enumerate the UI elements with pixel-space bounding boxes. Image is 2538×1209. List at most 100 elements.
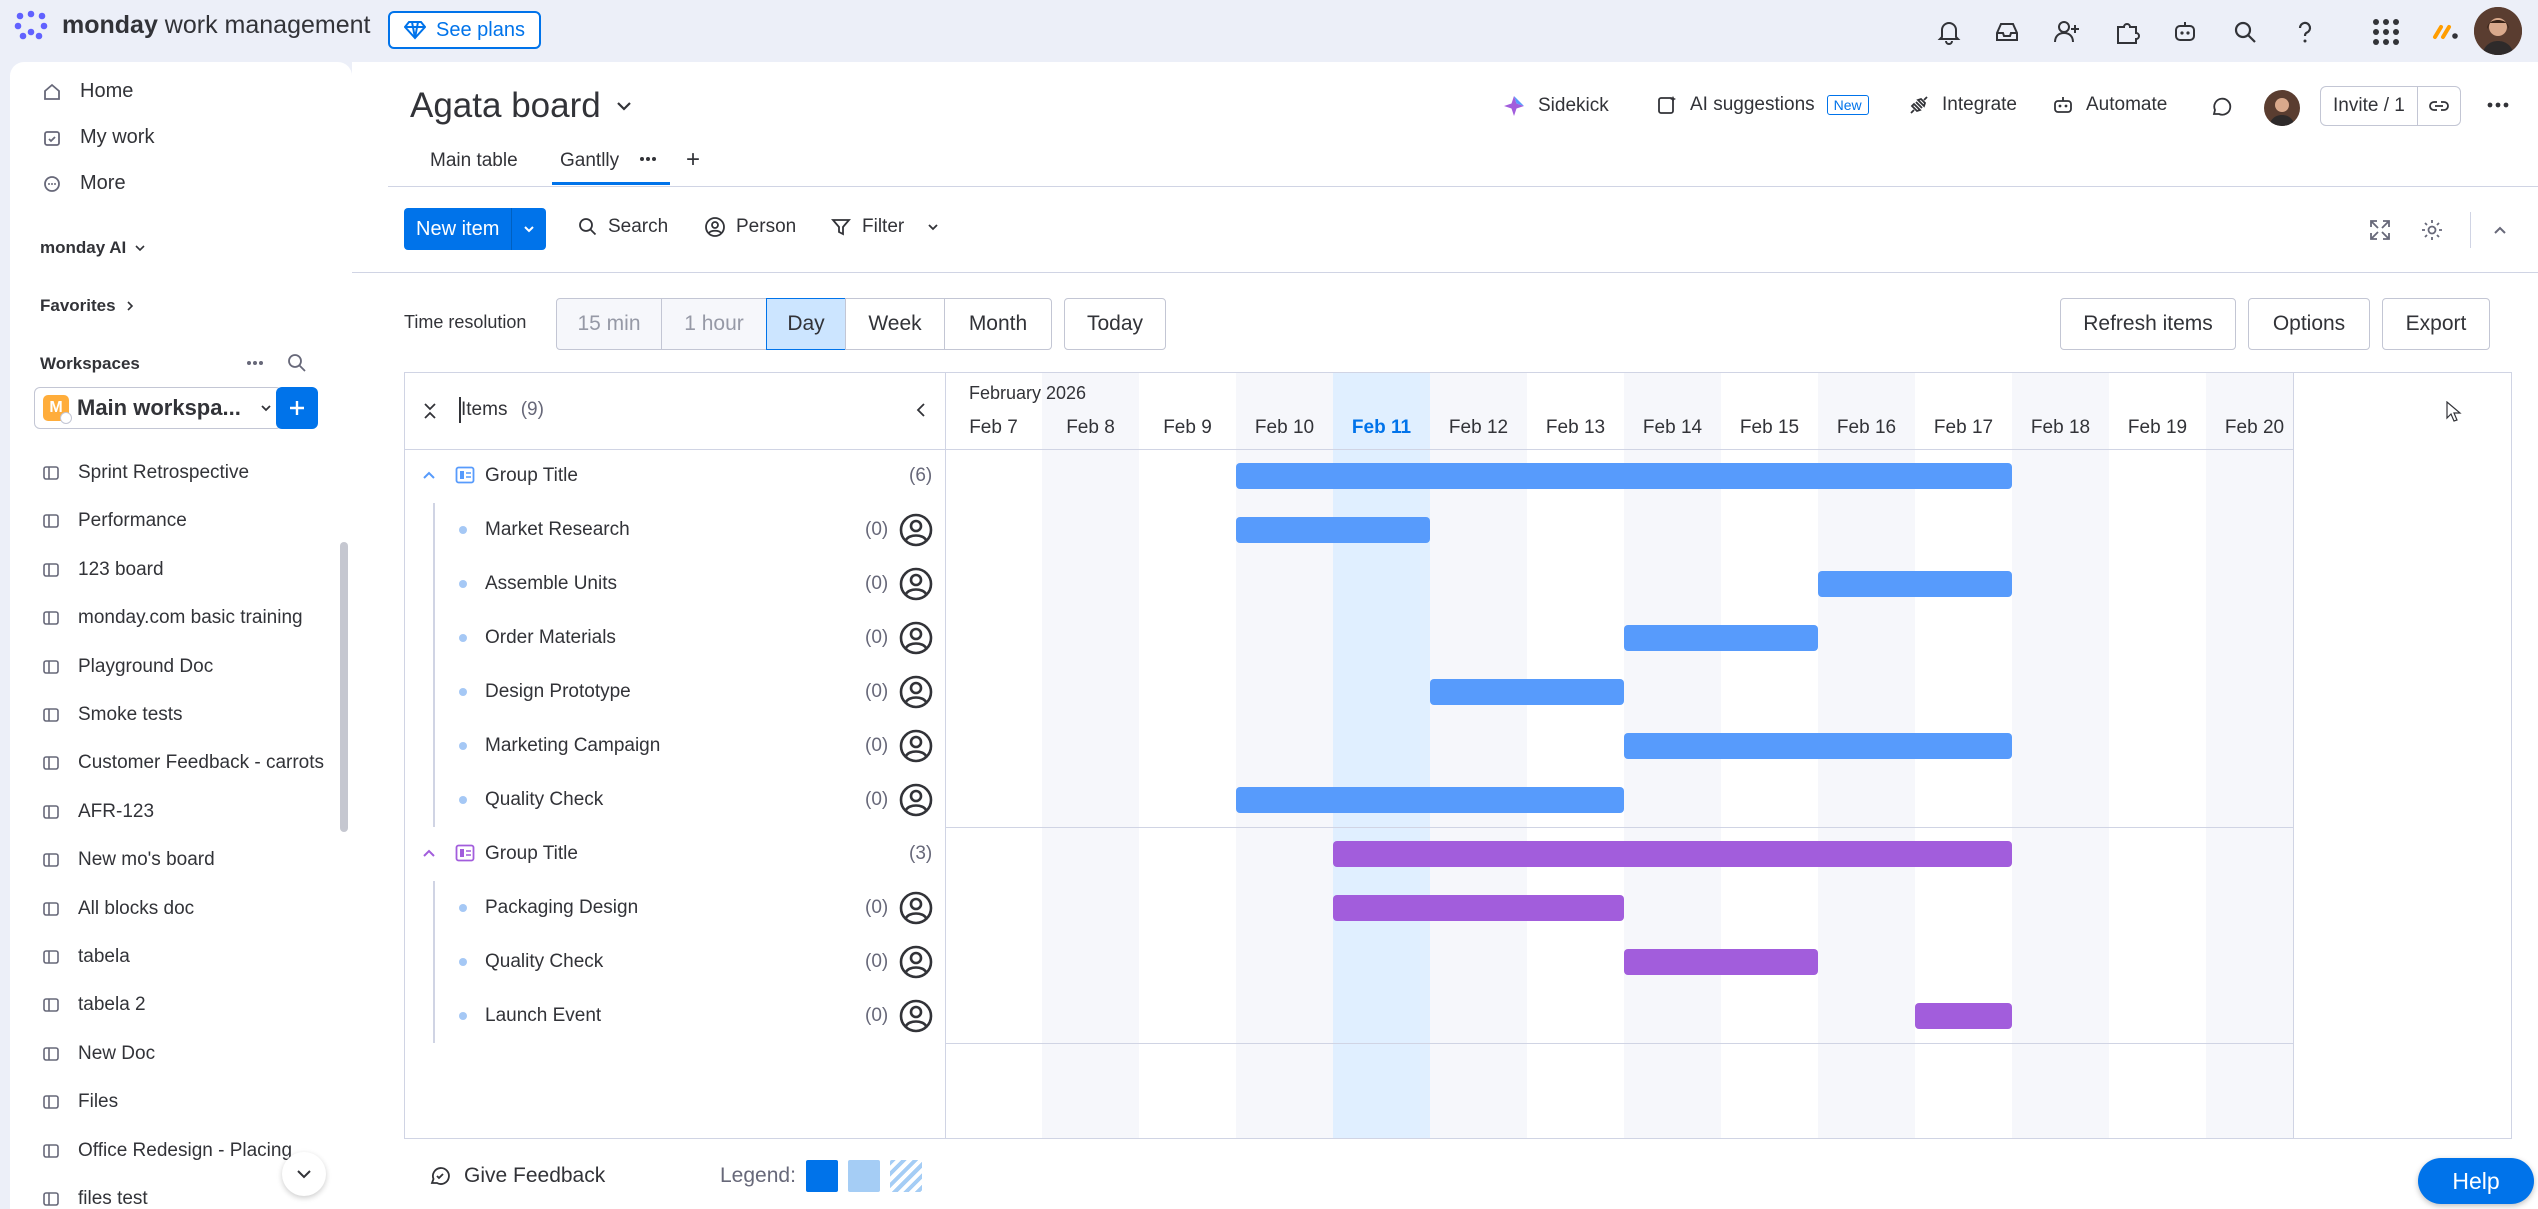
sidebar-board-item[interactable]: Smoke tests: [42, 704, 183, 726]
workspace-switcher-icon[interactable]: [2426, 14, 2466, 48]
task-bar[interactable]: [1818, 571, 2012, 597]
collapse-all-icon[interactable]: [421, 401, 439, 421]
sidebar-board-item[interactable]: Files: [42, 1091, 118, 1113]
collapse-panel-icon[interactable]: [913, 401, 929, 419]
see-plans-button[interactable]: See plans: [388, 11, 541, 49]
new-item-dropdown[interactable]: [512, 208, 546, 250]
apps-puzzle-icon[interactable]: [2112, 17, 2142, 47]
person-avatar-icon[interactable]: [899, 567, 933, 601]
sidebar-board-item[interactable]: New mo's board: [42, 849, 215, 871]
invite-members-icon[interactable]: [2052, 17, 2082, 47]
resolution-1-hour[interactable]: 1 hour: [661, 298, 767, 350]
person-avatar-icon[interactable]: [899, 945, 933, 979]
group-summary-bar[interactable]: [1236, 463, 2012, 489]
sidebar-board-item[interactable]: files test: [42, 1188, 148, 1209]
resolution-15-min[interactable]: 15 min: [556, 298, 662, 350]
board-owner-avatar[interactable]: [2264, 90, 2300, 126]
new-item-button[interactable]: New item: [404, 208, 513, 250]
sidebar-board-item[interactable]: AFR-123: [42, 801, 154, 823]
app-logo[interactable]: monday work management: [14, 10, 370, 40]
task-bar[interactable]: [1430, 679, 1624, 705]
board-title[interactable]: Agata board: [410, 86, 633, 126]
today-button[interactable]: Today: [1064, 298, 1166, 350]
task-bar[interactable]: [1624, 733, 2012, 759]
item-name[interactable]: Design Prototype: [485, 681, 631, 703]
sidebar-item-my-work[interactable]: My work: [42, 126, 154, 149]
sidebar-board-item[interactable]: tabela: [42, 946, 130, 968]
board-menu-icon[interactable]: [2486, 100, 2510, 110]
updates-comment-icon[interactable]: [2210, 96, 2234, 120]
automate-button[interactable]: Automate: [2052, 94, 2167, 116]
copy-link-icon[interactable]: [2418, 87, 2460, 125]
task-bar[interactable]: [1236, 787, 1624, 813]
help-button[interactable]: Help: [2418, 1158, 2534, 1204]
notifications-bell-icon[interactable]: [1934, 17, 1964, 47]
task-bar[interactable]: [1915, 1003, 2012, 1029]
item-name[interactable]: Order Materials: [485, 627, 616, 649]
sidebar-board-item[interactable]: monday.com basic training: [42, 607, 303, 629]
tab-main-table[interactable]: Main table: [430, 150, 518, 172]
person-filter-button[interactable]: Person: [704, 216, 796, 238]
add-view-button[interactable]: +: [686, 146, 700, 174]
group-title[interactable]: Group Title: [485, 843, 578, 865]
sidebar-item-more[interactable]: More: [42, 172, 126, 195]
apps-grid-icon[interactable]: [2372, 18, 2400, 46]
integrate-button[interactable]: Integrate: [1908, 94, 2017, 116]
sidebar-scrollbar[interactable]: [340, 542, 348, 832]
resolution-week[interactable]: Week: [845, 298, 945, 350]
search-button[interactable]: Search: [578, 216, 668, 238]
favorites-section[interactable]: Favorites: [40, 296, 136, 316]
settings-gear-icon[interactable]: [2420, 218, 2444, 242]
sidebar-board-item[interactable]: Customer Feedback - carrots: [42, 752, 324, 774]
group-summary-bar[interactable]: [1333, 841, 2012, 867]
group-collapse-icon[interactable]: [421, 845, 437, 861]
workspaces-search-icon[interactable]: [286, 352, 308, 374]
sidebar-board-item[interactable]: New Doc: [42, 1043, 155, 1065]
task-bar[interactable]: [1624, 949, 1818, 975]
collapse-header-icon[interactable]: [2490, 220, 2510, 240]
item-name[interactable]: Quality Check: [485, 789, 603, 811]
help-question-icon[interactable]: [2290, 17, 2320, 47]
sidebar-board-item[interactable]: Sprint Retrospective: [42, 462, 249, 484]
person-avatar-icon[interactable]: [899, 891, 933, 925]
ai-suggestions-button[interactable]: AI suggestions New: [1656, 94, 1869, 116]
sidebar-board-item[interactable]: 123 board: [42, 559, 164, 581]
items-label[interactable]: Items (9): [461, 399, 544, 421]
ai-robot-icon[interactable]: [2170, 17, 2200, 47]
export-button[interactable]: Export: [2382, 298, 2490, 350]
item-name[interactable]: Marketing Campaign: [485, 735, 660, 757]
item-name[interactable]: Assemble Units: [485, 573, 617, 595]
task-bar[interactable]: [1624, 625, 1818, 651]
sidebar-board-item[interactable]: Office Redesign - Placing: [42, 1140, 292, 1162]
sidebar-scroll-down-button[interactable]: [282, 1152, 326, 1196]
sidebar-item-home[interactable]: Home: [42, 80, 133, 103]
invite-button[interactable]: Invite / 1: [2321, 87, 2418, 125]
sidekick-button[interactable]: Sidekick: [1502, 94, 1609, 118]
monday-ai-section[interactable]: monday AI: [40, 238, 146, 258]
user-avatar[interactable]: [2474, 7, 2522, 55]
sidebar-board-item[interactable]: tabela 2: [42, 994, 146, 1016]
tab-gantlly[interactable]: Gantlly: [560, 150, 619, 172]
sidebar-board-item[interactable]: Playground Doc: [42, 656, 213, 678]
refresh-items-button[interactable]: Refresh items: [2060, 298, 2236, 350]
workspace-selector[interactable]: M Main workspa...: [34, 387, 282, 429]
give-feedback-button[interactable]: Give Feedback: [428, 1164, 605, 1188]
task-bar[interactable]: [1333, 895, 1624, 921]
person-avatar-icon[interactable]: [899, 783, 933, 817]
group-collapse-icon[interactable]: [421, 467, 437, 483]
workspaces-more-icon[interactable]: [244, 352, 266, 374]
fullscreen-icon[interactable]: [2368, 218, 2392, 242]
add-workspace-item-button[interactable]: [276, 387, 318, 429]
resolution-day[interactable]: Day: [766, 298, 846, 350]
item-name[interactable]: Quality Check: [485, 951, 603, 973]
search-icon[interactable]: [2230, 17, 2260, 47]
tab-options-icon[interactable]: [638, 154, 658, 164]
person-avatar-icon[interactable]: [899, 999, 933, 1033]
filter-button[interactable]: Filter: [830, 216, 940, 238]
item-name[interactable]: Packaging Design: [485, 897, 638, 919]
person-avatar-icon[interactable]: [899, 621, 933, 655]
person-avatar-icon[interactable]: [899, 513, 933, 547]
group-title[interactable]: Group Title: [485, 465, 578, 487]
person-avatar-icon[interactable]: [899, 729, 933, 763]
sidebar-board-item[interactable]: All blocks doc: [42, 898, 194, 920]
